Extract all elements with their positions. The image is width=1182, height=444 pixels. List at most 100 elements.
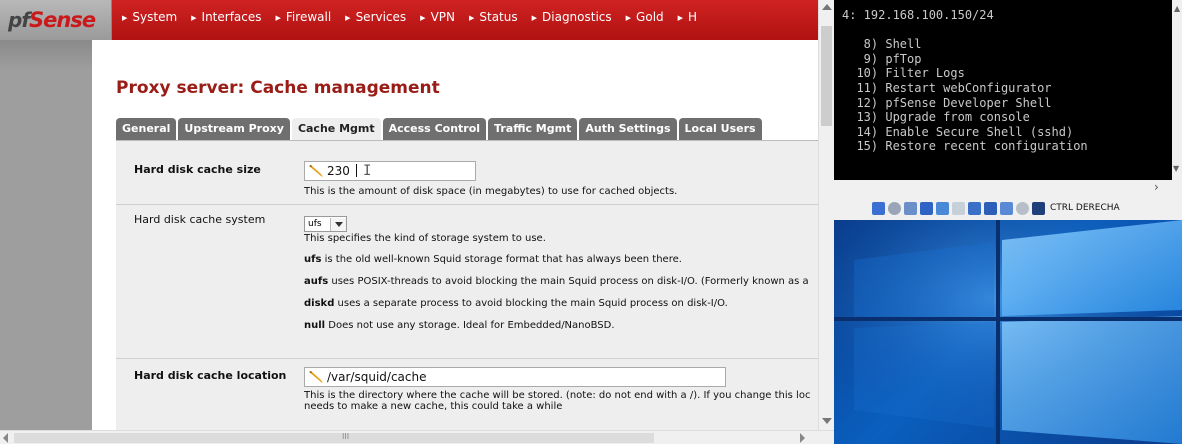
caret-right-icon: ▶ (468, 14, 475, 22)
vm-status-bar: CTRL DERECHA (834, 196, 1182, 220)
cache-location-input[interactable]: /var/squid/cache (304, 367, 726, 387)
main-content: Proxy server: Cache management General U… (92, 40, 818, 430)
tab-traffic-mgmt[interactable]: Traffic Mgmt (488, 118, 578, 140)
option-diskd-desc: diskd uses a separate process to avoid b… (304, 298, 818, 309)
text-cursor (355, 164, 357, 177)
scroll-down-icon[interactable] (822, 418, 832, 424)
menu-interfaces[interactable]: ▶ Interfaces (191, 10, 261, 24)
caret-right-icon: ▶ (531, 14, 538, 22)
page-title: Proxy server: Cache management (116, 78, 440, 98)
cache-location-desc-2: needs to make a new cache, this could ta… (304, 401, 563, 412)
pfsense-logo[interactable]: pfSense (0, 0, 112, 40)
cache-system-body: ufs This specifies the kind of storage s… (304, 211, 818, 331)
cache-location-desc-1: This is the directory where the cache wi… (304, 390, 811, 401)
option-text: uses a separate process to avoid blockin… (334, 298, 728, 309)
horizontal-scrollbar[interactable]: III (0, 430, 834, 444)
usb-icon[interactable] (936, 201, 949, 215)
cache-size-input[interactable]: 230 I (304, 161, 476, 181)
tab-cache-mgmt[interactable]: Cache Mgmt (291, 118, 381, 140)
cache-system-select[interactable]: ufs (304, 216, 347, 232)
keyboard-icon[interactable] (1032, 201, 1045, 215)
option-aufs-desc: aufs uses POSIX-threads to avoid blockin… (304, 276, 818, 287)
console-scrollbar[interactable]: ▲ ▼ (1172, 0, 1182, 180)
menu-gold[interactable]: ▶ Gold (626, 10, 664, 24)
menu-diagnostics[interactable]: ▶ Diagnostics (532, 10, 612, 24)
cache-location-value: /var/squid/cache (327, 370, 427, 384)
windows-desktop (834, 220, 1182, 444)
pencil-icon (309, 165, 323, 177)
option-text: is the old well-known Squid storage form… (321, 254, 682, 265)
browser-window: pfSense ▶ System ▶ Interfaces ▶ Firewall ▶ S… (0, 0, 834, 444)
console-output: 4: 192.168.100.150/24 8) Shell 9) pfTop … (842, 8, 1088, 154)
tab-general[interactable]: General (116, 118, 177, 140)
optical-drive-icon[interactable] (888, 201, 901, 215)
left-gutter (0, 40, 92, 430)
hscroll-thumb[interactable]: III (14, 432, 654, 443)
display-icon[interactable] (968, 201, 981, 215)
menu-label: VPN (430, 10, 455, 24)
caret-right-icon: ▶ (625, 14, 632, 22)
scroll-thumb[interactable] (821, 26, 832, 126)
chevron-down-icon (329, 217, 346, 231)
scroll-left-icon[interactable] (3, 433, 8, 443)
recording-icon[interactable] (984, 201, 997, 215)
tab-access-control[interactable]: Access Control (382, 118, 487, 140)
option-text: Does not use any storage. Ideal for Embe… (325, 320, 615, 331)
ibeam-cursor-icon: I (363, 163, 372, 179)
menu-vpn[interactable]: ▶ VPN (420, 10, 455, 24)
scroll-up-icon[interactable]: ▲ (1174, 4, 1180, 13)
menu-label: Firewall (285, 10, 332, 24)
caret-right-icon: ▶ (345, 14, 351, 22)
cache-system-desc: This specifies the kind of storage syste… (304, 233, 546, 244)
menu-label: System (132, 10, 178, 24)
cache-system-row: Hard disk cache system ufs This specifie… (116, 205, 818, 359)
menu-system[interactable]: ▶ System (122, 10, 177, 24)
menu-help[interactable]: ▶ H (678, 10, 697, 24)
menu-label: Diagnostics (542, 10, 612, 24)
pencil-icon (309, 371, 323, 383)
network-icon[interactable] (920, 201, 933, 215)
cpu-icon[interactable] (1000, 201, 1013, 215)
cache-size-value: 230 (327, 164, 350, 178)
scroll-down-icon[interactable]: ▼ (1173, 164, 1179, 173)
option-ufs-desc: ufs is the old well-known Squid storage … (304, 254, 818, 265)
cache-size-desc: This is the amount of disk space (in meg… (304, 186, 678, 197)
scroll-right-icon[interactable] (800, 433, 805, 443)
windows-logo-icon (834, 220, 1182, 444)
screen: pfSense ▶ System ▶ Interfaces ▶ Firewall ▶ S… (0, 0, 1182, 444)
cache-size-label: Hard disk cache size (134, 163, 261, 176)
tab-upstream-proxy[interactable]: Upstream Proxy (178, 118, 290, 140)
shared-folders-icon[interactable] (952, 201, 965, 215)
menu-status[interactable]: ▶ Status (469, 10, 518, 24)
cache-size-body: 230 I This is the amount of disk space (… (304, 161, 818, 197)
cache-size-row: Hard disk cache size 230 I This is the a… (116, 141, 818, 205)
option-name: diskd (304, 298, 335, 309)
menu-label: Status (479, 10, 518, 24)
settings-panel: Hard disk cache size 230 I This is the a… (116, 140, 818, 430)
grip-icon: III (342, 432, 350, 441)
vm-console[interactable]: 4: 192.168.100.150/24 8) Shell 9) pfTop … (834, 0, 1172, 180)
scroll-right-icon[interactable]: › (1154, 180, 1159, 194)
vertical-scrollbar[interactable] (818, 0, 834, 430)
caret-right-icon: ▶ (275, 14, 281, 22)
logo-prefix: pf (8, 8, 30, 32)
scroll-up-icon[interactable] (822, 4, 832, 10)
mouse-integration-icon[interactable] (1016, 201, 1029, 215)
caret-right-icon: ▶ (122, 14, 128, 22)
option-name: aufs (304, 276, 329, 287)
top-menu-bar: ▶ System ▶ Interfaces ▶ Firewall ▶ Services … (112, 0, 818, 40)
tab-auth-settings[interactable]: Auth Settings (579, 118, 677, 140)
caret-right-icon: ▶ (191, 14, 197, 22)
caret-right-icon: ▶ (420, 14, 426, 22)
audio-icon[interactable] (904, 201, 917, 215)
hard-disk-icon[interactable] (872, 201, 885, 215)
cache-location-label: Hard disk cache location (134, 369, 287, 382)
host-key-label: CTRL DERECHA (1050, 203, 1120, 213)
tab-bar: General Upstream Proxy Cache Mgmt Access… (116, 118, 764, 140)
console-hscroll[interactable]: › (834, 180, 1182, 196)
menu-services[interactable]: ▶ Services (345, 10, 406, 24)
tab-local-users[interactable]: Local Users (678, 118, 762, 140)
menu-firewall[interactable]: ▶ Firewall (276, 10, 332, 24)
option-name: null (304, 320, 326, 331)
cache-location-row: Hard disk cache location /var/squid/cach… (116, 359, 818, 430)
